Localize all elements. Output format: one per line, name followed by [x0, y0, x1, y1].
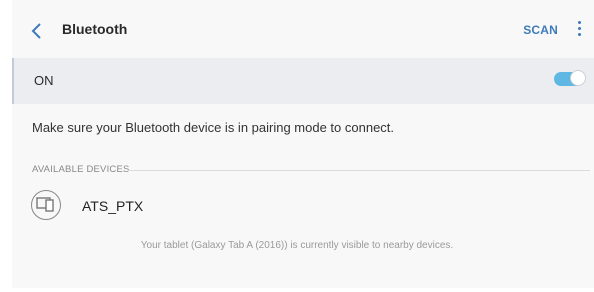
- device-item[interactable]: ATS_PTX: [12, 186, 594, 228]
- available-devices-header: AVAILABLE DEVICES: [32, 164, 130, 175]
- more-options-button[interactable]: [575, 21, 583, 41]
- bluetooth-master-switch-row[interactable]: ON: [12, 58, 594, 104]
- pairing-hint: Make sure your Bluetooth device is in pa…: [32, 120, 395, 135]
- back-button[interactable]: [30, 22, 44, 40]
- scan-button[interactable]: SCAN: [523, 23, 558, 37]
- page-title: Bluetooth: [62, 21, 128, 37]
- app-bar: Bluetooth SCAN: [12, 5, 594, 55]
- chevron-left-icon: [31, 23, 41, 39]
- visibility-notice: Your tablet (Galaxy Tab A (2016)) is cur…: [140, 240, 454, 251]
- bottom-edge: [0, 288, 594, 292]
- section-divider: [128, 170, 590, 171]
- bluetooth-settings-screen: Bluetooth SCAN ON Make sure your Bluetoo…: [0, 0, 594, 292]
- multiple-devices-icon: [31, 190, 61, 220]
- switch-label: ON: [34, 73, 54, 88]
- more-vertical-icon: [575, 21, 583, 36]
- device-name: ATS_PTX: [82, 198, 144, 214]
- toggle-knob: [570, 70, 586, 86]
- bluetooth-toggle[interactable]: [554, 70, 586, 86]
